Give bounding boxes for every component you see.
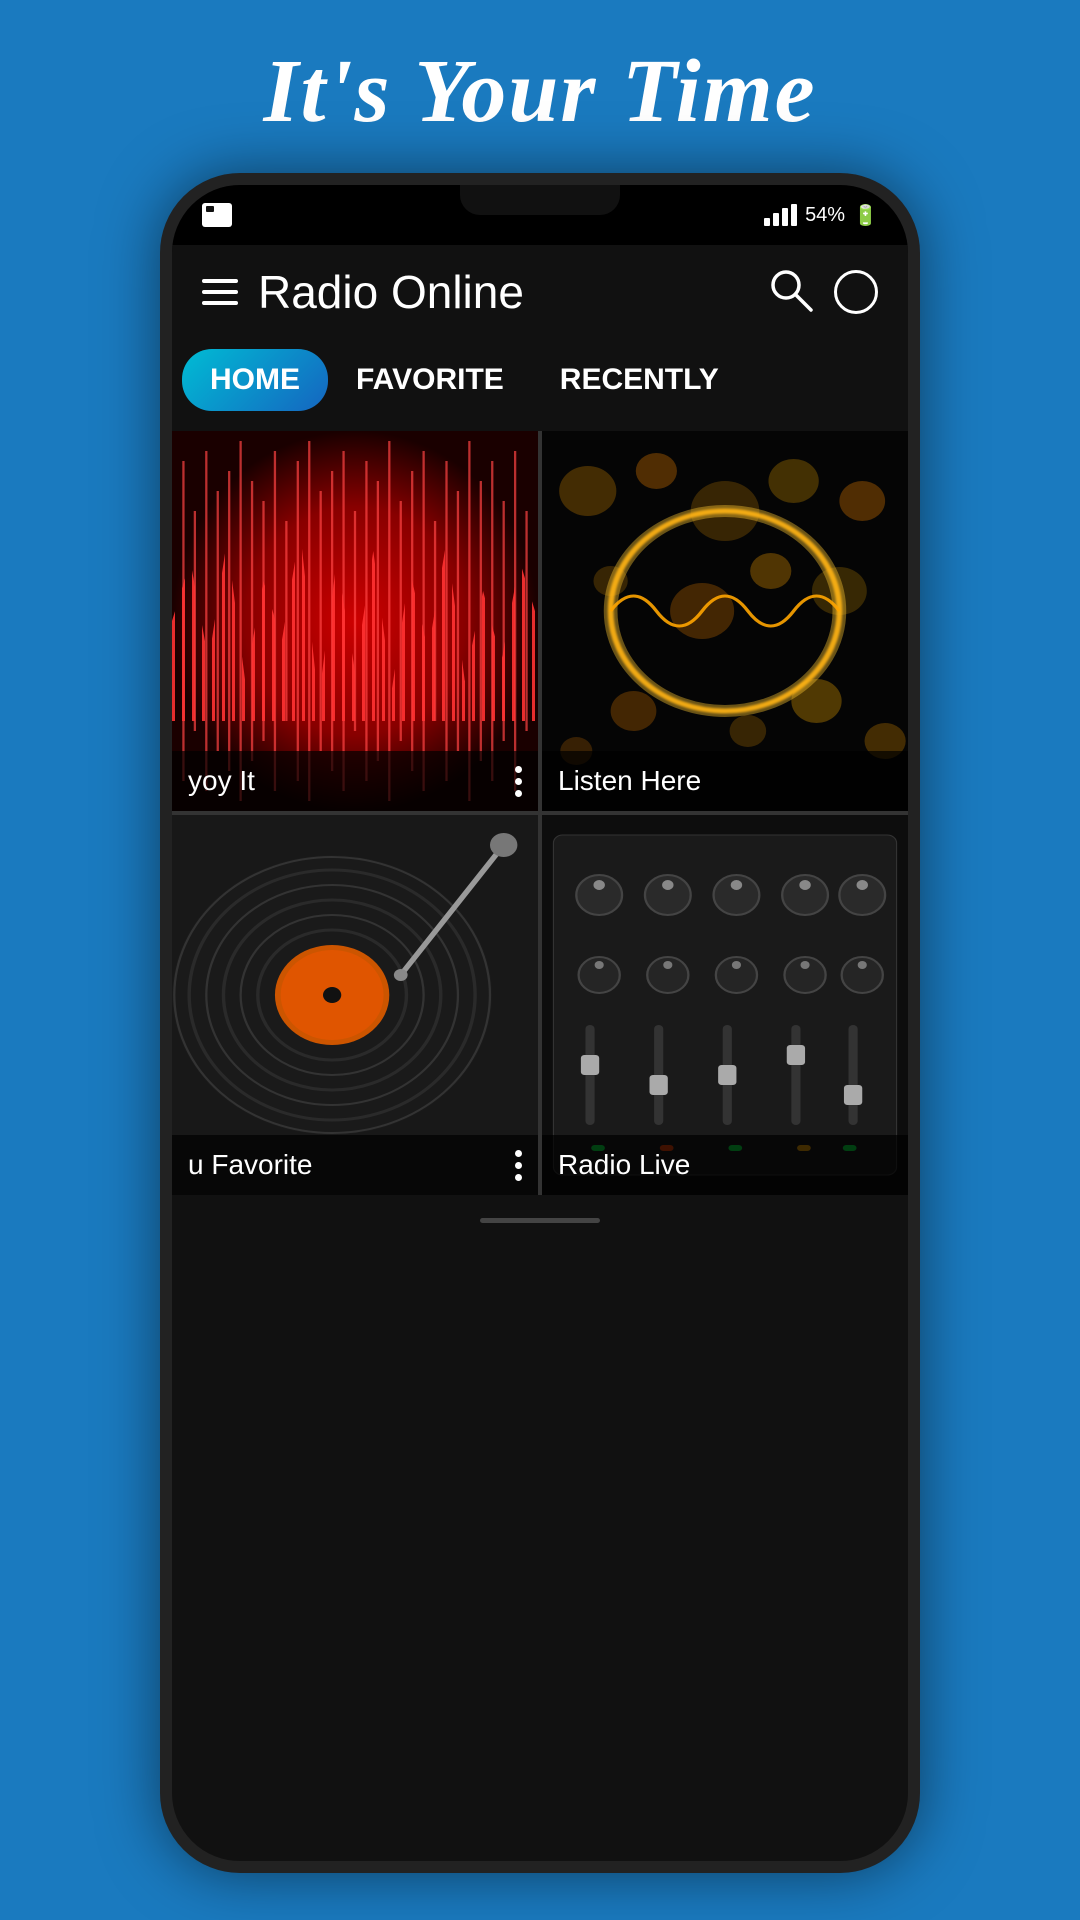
tab-favorite[interactable]: FAVORITE [328, 349, 532, 411]
menu-button[interactable] [202, 279, 238, 305]
more-button-1[interactable] [515, 766, 522, 797]
bottom-indicator [480, 1218, 600, 1223]
tabs-bar: HOME FAVORITE RECENTLY [172, 339, 908, 431]
grid-item-1[interactable]: yoy It [172, 431, 538, 811]
grid-label-text-1: yoy It [188, 765, 255, 797]
grid-label-3: u Favorite [172, 1135, 538, 1195]
content-grid: yoy It [172, 431, 908, 1195]
grid-label-text-2: Listen Here [558, 765, 701, 797]
app-content: Radio Online HOME FAVORITE RECENTLY [172, 245, 908, 1245]
search-button[interactable] [768, 267, 814, 318]
grid-label-1: yoy It [172, 751, 538, 811]
more-button-3[interactable] [515, 1150, 522, 1181]
phone-device: 54% 🔋 Radio Online [160, 173, 920, 1873]
tab-home[interactable]: HOME [182, 349, 328, 411]
tab-recently[interactable]: RECENTLY [532, 349, 747, 411]
page-background-title: It's Your Time [0, 0, 1080, 173]
battery-icon: 🔋 [853, 203, 878, 228]
power-button[interactable] [908, 545, 920, 645]
notch [460, 185, 620, 215]
grid-label-text-4: Radio Live [558, 1149, 690, 1181]
grid-item-3[interactable]: u Favorite [172, 815, 538, 1195]
signal-icon [764, 204, 797, 226]
bottom-bar [172, 1195, 908, 1245]
status-bar: 54% 🔋 [172, 185, 908, 245]
grid-item-4[interactable]: Radio Live [542, 815, 908, 1195]
grid-label-text-3: u Favorite [188, 1149, 313, 1181]
grid-label-2: Listen Here [542, 751, 908, 811]
battery-percent: 54% [805, 204, 845, 227]
more-circle-button[interactable] [834, 270, 878, 314]
grid-item-2[interactable]: Listen Here [542, 431, 908, 811]
app-header: Radio Online [172, 245, 908, 339]
app-title: Radio Online [258, 265, 524, 319]
notification-icon [202, 203, 232, 227]
volume-up-button[interactable] [160, 485, 172, 555]
volume-down-button[interactable] [160, 575, 172, 645]
grid-label-4: Radio Live [542, 1135, 908, 1195]
